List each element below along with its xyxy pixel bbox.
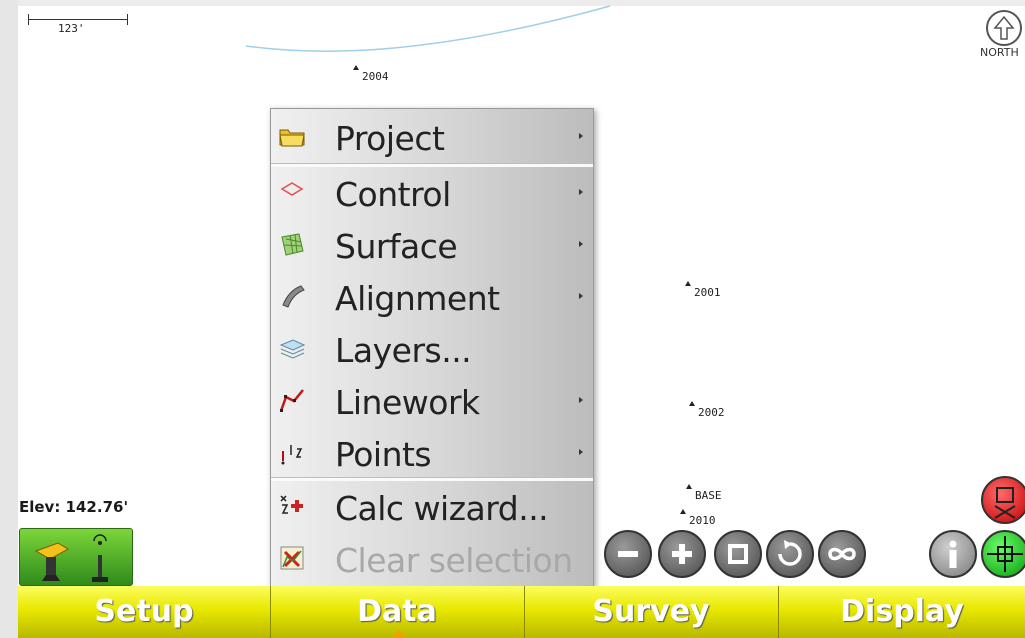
point-label: 2004 — [362, 70, 389, 83]
infinity-button[interactable] — [818, 530, 866, 578]
linework-icon — [277, 385, 307, 415]
tab-display[interactable]: Display — [779, 586, 1025, 638]
folder-icon — [277, 121, 307, 151]
zoom-extents-button[interactable] — [714, 530, 762, 578]
menu-item-control[interactable]: Control — [271, 169, 593, 219]
stop-icon — [994, 487, 1016, 519]
zoom-extents-icon — [728, 544, 748, 564]
infinity-icon — [828, 547, 856, 561]
menu-item-project[interactable]: Project — [271, 113, 593, 163]
scale-label: 123' — [58, 22, 85, 35]
scale-bar: 123' — [28, 14, 128, 35]
point-label: 2010 — [689, 514, 716, 527]
tab-survey[interactable]: Survey — [525, 586, 777, 638]
control-diamond-icon — [277, 177, 307, 207]
north-label: NORTH — [980, 46, 1019, 59]
point-marker-icon — [680, 509, 686, 514]
point-label: 2002 — [698, 406, 725, 419]
info-icon — [949, 540, 957, 568]
menu-item-linework[interactable]: Linework — [271, 377, 593, 427]
gps-status-button[interactable] — [19, 528, 133, 586]
rotate-icon — [778, 540, 802, 566]
submenu-arrow-icon — [579, 293, 583, 299]
clear-selection-icon — [277, 543, 307, 573]
data-menu: Project Control Surface Alignment Layers… — [270, 108, 594, 588]
zoom-out-button[interactable] — [604, 530, 652, 578]
zoom-in-icon — [672, 544, 692, 564]
menu-item-label: Layers... — [335, 331, 472, 370]
tab-setup[interactable]: Setup — [18, 586, 270, 638]
layers-icon — [277, 333, 307, 363]
menu-separator — [271, 477, 593, 481]
surface-grid-icon — [277, 229, 307, 259]
menu-item-alignment[interactable]: Alignment — [271, 273, 593, 323]
stop-button[interactable] — [981, 476, 1025, 524]
submenu-arrow-icon — [579, 241, 583, 247]
submenu-arrow-icon — [579, 449, 583, 455]
menu-item-calc-wizard[interactable]: Calc wizard... — [271, 483, 593, 533]
elevation-readout: Elev: 142.76' — [19, 498, 129, 516]
points-icon — [277, 437, 307, 467]
menu-item-label: Control — [335, 175, 451, 214]
menu-separator — [271, 163, 593, 167]
menu-item-points[interactable]: Points — [271, 429, 593, 479]
antenna-icon — [92, 534, 108, 582]
menu-item-clear-selection[interactable]: Clear selection — [271, 535, 593, 585]
menu-item-label: Points — [335, 435, 432, 474]
menu-item-label: Surface — [335, 227, 458, 266]
point-label: 2001 — [694, 286, 721, 299]
alignment-icon — [277, 281, 307, 311]
menu-item-label: Calc wizard... — [335, 489, 549, 528]
point-marker-icon — [353, 65, 359, 70]
target-button[interactable] — [981, 530, 1025, 578]
zoom-in-button[interactable] — [658, 530, 706, 578]
point-label: BASE — [695, 489, 722, 502]
rover-icon — [34, 542, 69, 581]
menu-item-label: Alignment — [335, 279, 500, 318]
menu-item-label: Linework — [335, 383, 480, 422]
info-button[interactable] — [929, 530, 977, 578]
point-marker-icon — [689, 401, 695, 406]
submenu-arrow-icon — [579, 397, 583, 403]
north-arrow-icon — [986, 10, 1022, 46]
submenu-arrow-icon — [579, 133, 583, 139]
north-arrow: NORTH — [980, 8, 1025, 66]
calc-wizard-icon — [277, 491, 307, 521]
point-marker-icon — [686, 484, 692, 489]
menu-item-layers[interactable]: Layers... — [271, 325, 593, 375]
point-marker-icon — [685, 281, 691, 286]
zoom-out-icon — [618, 551, 638, 557]
menu-item-surface[interactable]: Surface — [271, 221, 593, 271]
menu-item-label: Clear selection — [335, 541, 573, 580]
rotate-button[interactable] — [766, 530, 814, 578]
active-tab-indicator — [390, 630, 408, 638]
submenu-arrow-icon — [579, 189, 583, 195]
menu-item-label: Project — [335, 119, 445, 158]
target-icon — [987, 536, 1023, 572]
